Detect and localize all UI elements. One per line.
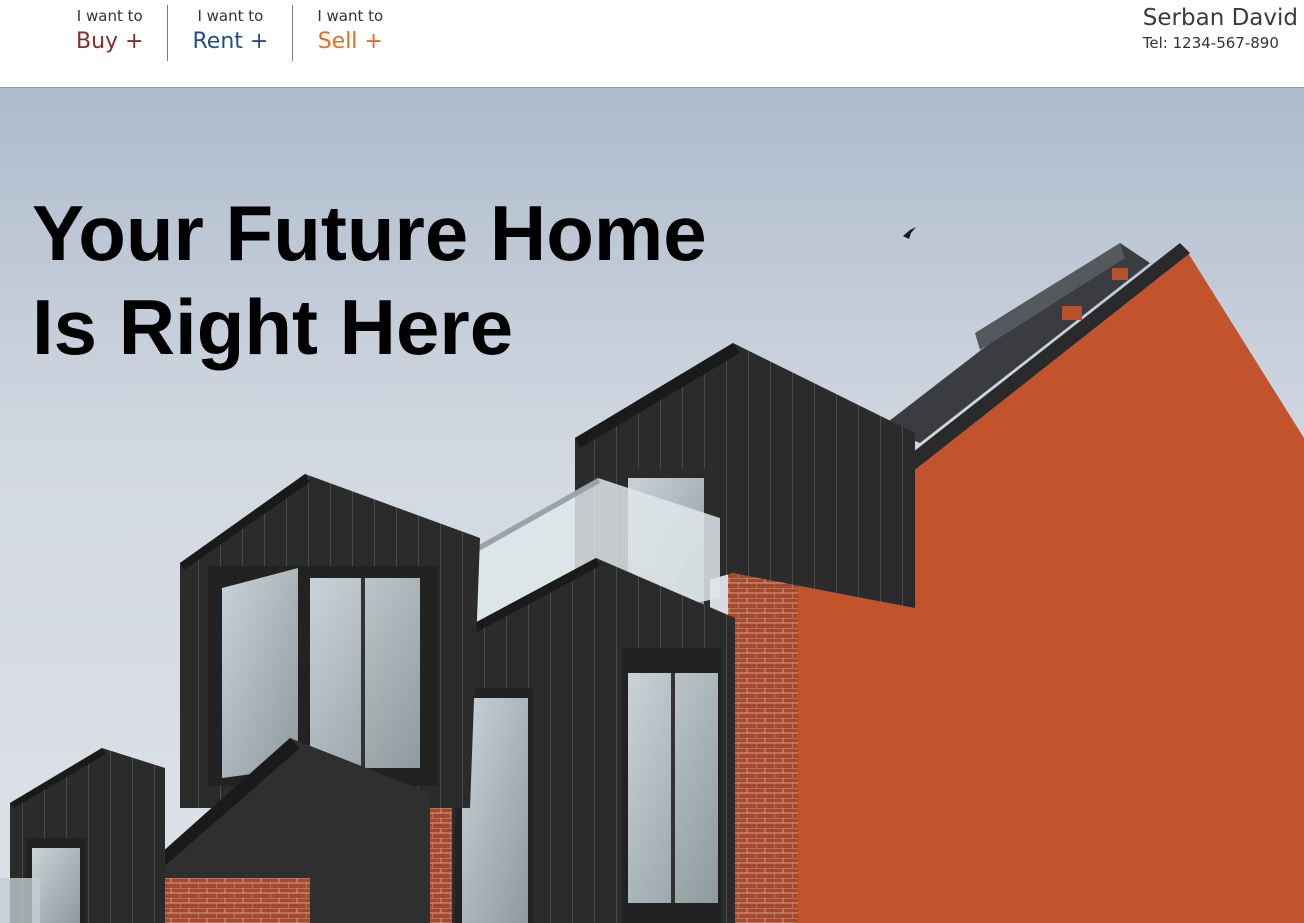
- hero-banner: Your Future Home Is Right Here: [0, 88, 1304, 923]
- agent-contact: Serban David Tel: 1234-567-890: [1143, 3, 1298, 53]
- agent-phone[interactable]: Tel: 1234-567-890: [1143, 33, 1298, 53]
- menu-sell[interactable]: I want to Sell +: [292, 5, 407, 61]
- agent-name: Serban David: [1142, 5, 1298, 31]
- menu-sell-prefix: I want to: [317, 7, 384, 25]
- hero-headline-line1: Your Future Home: [32, 189, 707, 277]
- top-bar: I want to Buy + I want to Rent + I want …: [0, 0, 1304, 88]
- menu-rent[interactable]: I want to Rent +: [167, 5, 292, 61]
- menu-rent-prefix: I want to: [197, 7, 264, 25]
- menu-sell-label[interactable]: Sell +: [318, 27, 383, 57]
- menu-rent-label[interactable]: Rent +: [192, 27, 268, 57]
- hero-headline: Your Future Home Is Right Here: [32, 186, 707, 374]
- hero-headline-line2: Is Right Here: [32, 283, 514, 371]
- main-menu: I want to Buy + I want to Rent + I want …: [50, 5, 407, 61]
- menu-buy-prefix: I want to: [76, 7, 143, 25]
- menu-buy-label[interactable]: Buy +: [76, 27, 143, 57]
- menu-buy[interactable]: I want to Buy +: [50, 5, 167, 61]
